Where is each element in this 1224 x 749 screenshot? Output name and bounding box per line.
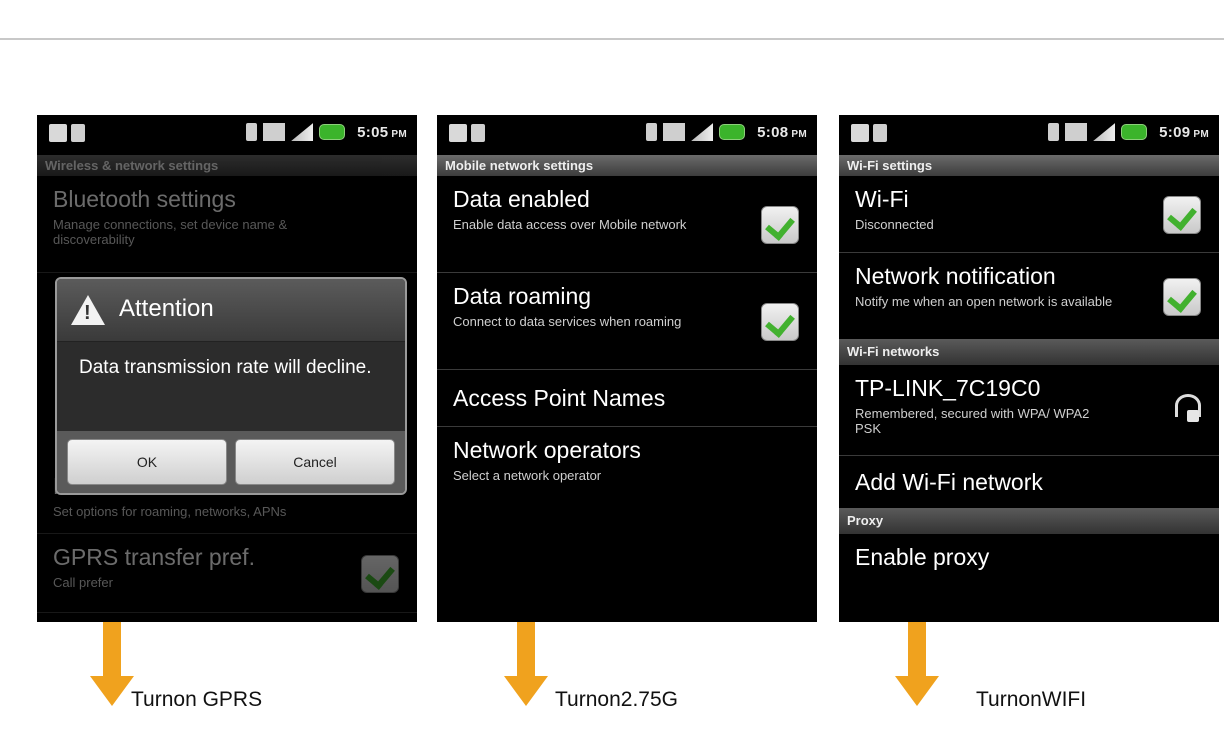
item-title: Add Wi-Fi network <box>855 468 1043 495</box>
wifi-networks-header: Wi-Fi networks <box>839 339 1219 365</box>
item-title: TP-LINK_7C19C0 <box>855 375 1041 401</box>
list-item-data-roaming[interactable]: Data roaming Connect to data services wh… <box>437 273 817 370</box>
item-title: Network operators <box>453 437 641 463</box>
android-icon <box>71 124 85 142</box>
battery-icon <box>1121 124 1148 140</box>
screen-title: Wi-Fi settings <box>839 155 1219 176</box>
usb-icon <box>449 124 467 142</box>
item-subtitle: Set options for roaming, networks, APNs <box>53 504 287 519</box>
item-subtitle: Notify me when an open network is availa… <box>855 294 1113 309</box>
caption-wifi: TurnonWIFI <box>976 688 1087 711</box>
status-bar: 5:05 PM <box>37 115 417 155</box>
item-subtitle: Connect to data services when roaming <box>453 314 682 329</box>
list-item-network-operators[interactable]: Network operators Select a network opera… <box>437 427 817 515</box>
wifi-checkbox[interactable] <box>1163 196 1201 234</box>
screen-title: Mobile network settings <box>437 155 817 176</box>
wifi-lock-icon <box>1175 394 1201 422</box>
android-icon <box>873 124 887 142</box>
data-enabled-checkbox[interactable] <box>761 206 799 244</box>
signal-icon <box>691 123 714 141</box>
usb-icon <box>49 124 67 142</box>
item-title: Access Point Names <box>453 384 666 411</box>
gprs-checkbox[interactable] <box>361 555 399 593</box>
item-title: Network notification <box>855 263 1056 289</box>
list-item-gprs-transfer[interactable]: GPRS transfer pref. Call prefer <box>37 534 417 613</box>
item-subtitle: Call prefer <box>53 575 113 590</box>
network-notification-checkbox[interactable] <box>1163 278 1201 316</box>
top-divider <box>0 38 1224 40</box>
status-bar: 5:08 PM <box>437 115 817 155</box>
list-item-data-enabled[interactable]: Data enabled Enable data access over Mob… <box>437 176 817 273</box>
usb-icon <box>851 124 869 142</box>
proxy-header: Proxy <box>839 508 1219 534</box>
phone-screen-gprs: 5:05 PM Wireless & network settings Bluet… <box>37 115 417 622</box>
item-title: Data enabled <box>453 186 590 212</box>
down-arrow-icon <box>504 622 548 706</box>
phone-screen-wifi: 5:09 PM Wi-Fi settings Wi-Fi Disconnected… <box>839 115 1219 622</box>
ok-button[interactable]: OK <box>67 439 227 485</box>
down-arrow-icon <box>895 622 939 706</box>
item-subtitle: Select a network operator <box>453 468 602 483</box>
list-item-wifi[interactable]: Wi-Fi Disconnected <box>839 176 1219 253</box>
screen-title: Wireless & network settings <box>37 155 417 176</box>
warning-icon <box>71 295 105 325</box>
network-item-tplink[interactable]: TP-LINK_7C19C0 Remembered, secured with … <box>839 365 1219 456</box>
cancel-button[interactable]: Cancel <box>235 439 395 485</box>
bluetooth-icon <box>646 123 658 141</box>
caption-275g: Turnon2.75G <box>555 688 678 711</box>
item-subtitle: Manage connections, set device name & di… <box>53 217 288 247</box>
down-arrow-icon <box>90 622 134 706</box>
item-subtitle: Disconnected <box>855 217 934 232</box>
item-subtitle: Remembered, secured with WPA/ WPA2 PSK <box>855 406 1090 436</box>
attention-dialog: Attention Data transmission rate will de… <box>55 277 407 495</box>
phone-screen-mobile-network: 5:08 PM Mobile network settings Data enab… <box>437 115 817 622</box>
item-title: GPRS transfer pref. <box>53 544 255 570</box>
signal-icon <box>291 123 314 141</box>
bluetooth-icon <box>1048 123 1060 141</box>
network-icon <box>663 123 686 141</box>
status-time: 5:08 PM <box>757 123 807 141</box>
network-icon <box>1065 123 1088 141</box>
dialog-title: Attention <box>119 295 214 322</box>
list-item-apn[interactable]: Access Point Names <box>437 370 817 427</box>
android-icon <box>471 124 485 142</box>
list-item-network-notification[interactable]: Network notification Notify me when an o… <box>839 253 1219 339</box>
caption-gprs: Turnon GPRS <box>131 688 263 711</box>
network-icon <box>263 123 286 141</box>
status-bar: 5:09 PM <box>839 115 1219 155</box>
battery-icon <box>719 124 746 140</box>
item-subtitle: Enable data access over Mobile network <box>453 217 687 232</box>
bluetooth-icon <box>246 123 258 141</box>
item-title: Wi-Fi <box>855 186 909 212</box>
status-time: 5:05 PM <box>357 123 407 141</box>
list-item-bluetooth[interactable]: Bluetooth settings Manage connections, s… <box>37 176 417 273</box>
list-item-enable-proxy[interactable]: Enable proxy <box>839 534 1219 592</box>
item-title: Data roaming <box>453 283 592 309</box>
dialog-message: Data transmission rate will decline. <box>79 357 372 378</box>
item-title: Enable proxy <box>855 544 990 570</box>
data-roaming-checkbox[interactable] <box>761 303 799 341</box>
status-time: 5:09 PM <box>1159 123 1209 141</box>
item-title: Bluetooth settings <box>53 186 236 212</box>
signal-icon <box>1093 123 1116 141</box>
add-wifi-network-item[interactable]: Add Wi-Fi network <box>839 456 1219 508</box>
battery-icon <box>319 124 346 140</box>
